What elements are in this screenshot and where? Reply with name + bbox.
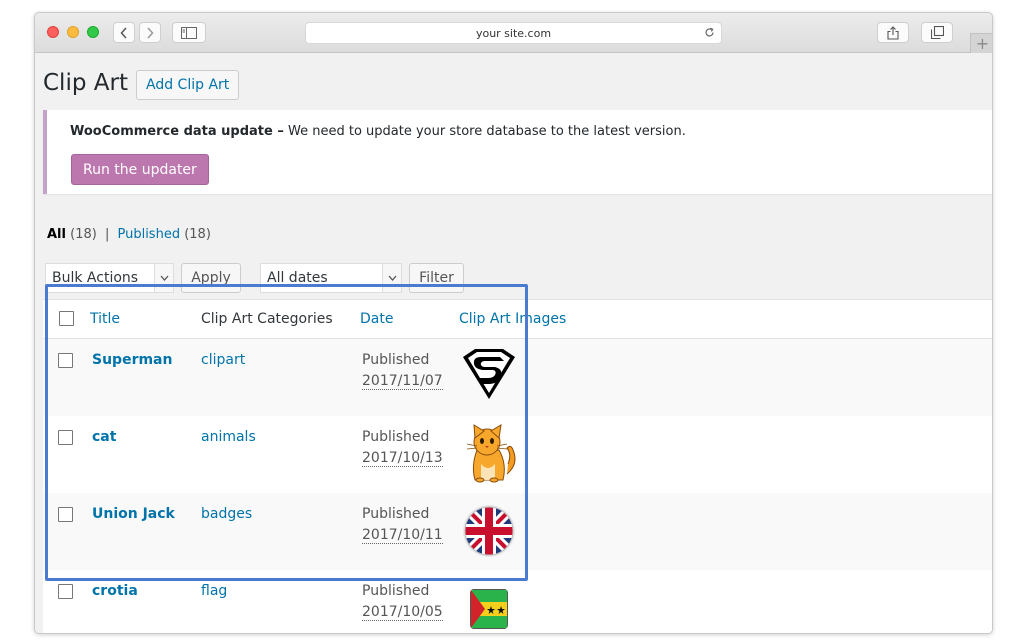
filter-button[interactable]: Filter	[409, 263, 464, 293]
row-date: 2017/11/07	[362, 373, 443, 390]
tabs-icon	[930, 26, 944, 39]
plus-icon: +	[975, 34, 990, 53]
chevron-right-icon	[147, 26, 154, 39]
page-title: Clip Art	[43, 70, 128, 96]
row-title-link[interactable]: Superman	[92, 352, 172, 368]
chevron-down-icon	[382, 264, 401, 292]
filter-published-count: (18)	[184, 227, 211, 242]
row-checkbox[interactable]	[58, 507, 73, 522]
row-category-link[interactable]: badges	[201, 506, 252, 522]
column-categories: Clip Art Categories	[201, 311, 333, 327]
browser-toolbar: your site.com +	[35, 13, 992, 53]
union-jack-badge-icon	[463, 505, 515, 557]
address-bar[interactable]: your site.com	[305, 22, 722, 44]
row-date: 2017/10/05	[362, 604, 443, 621]
column-title[interactable]: Title	[90, 311, 120, 327]
row-date: 2017/10/13	[362, 450, 443, 467]
close-window-button[interactable]	[47, 26, 59, 38]
show-tabs-button[interactable]	[921, 22, 953, 43]
row-checkbox[interactable]	[58, 353, 73, 368]
browser-window: your site.com + Clip Art Add Clip Art Wo…	[34, 12, 993, 634]
update-notice: WooCommerce data update – We need to upd…	[43, 110, 992, 194]
minimize-window-button[interactable]	[67, 26, 79, 38]
row-status: Published	[362, 506, 430, 522]
share-button[interactable]	[877, 22, 909, 43]
filter-separator: |	[104, 227, 110, 242]
back-button[interactable]	[113, 22, 135, 43]
cat-icon	[466, 424, 516, 483]
filter-all-link[interactable]: All	[47, 227, 66, 242]
superman-logo-icon	[463, 349, 515, 399]
row-date: 2017/10/11	[362, 527, 443, 544]
row-checkbox[interactable]	[58, 430, 73, 445]
share-icon	[887, 25, 899, 40]
add-clip-art-button[interactable]: Add Clip Art	[136, 70, 240, 100]
column-date[interactable]: Date	[360, 311, 393, 327]
table-row: Union Jack badges Published 2017/10/11	[43, 493, 992, 570]
notice-message: WooCommerce data update – We need to upd…	[70, 124, 686, 139]
clip-art-table: Title Clip Art Categories Date Clip Art …	[43, 299, 992, 633]
row-title-link[interactable]: Union Jack	[92, 506, 175, 522]
column-images[interactable]: Clip Art Images	[459, 311, 566, 327]
url-text: your site.com	[475, 26, 552, 40]
row-category-link[interactable]: flag	[201, 583, 227, 599]
table-row: crotia flag Published 2017/10/05	[43, 570, 992, 633]
forward-button[interactable]	[139, 22, 161, 43]
date-filter-value: All dates	[267, 270, 328, 286]
table-row: cat animals Published 2017/10/13	[43, 416, 992, 493]
chevron-left-icon	[120, 26, 127, 39]
bulk-actions-value: Bulk Actions	[52, 270, 139, 286]
table-row: Superman clipart Published 2017/11/07	[43, 339, 992, 416]
filter-all-count: (18)	[70, 227, 97, 242]
row-title-link[interactable]: cat	[92, 429, 116, 445]
row-title-link[interactable]: crotia	[92, 583, 138, 599]
chevron-down-icon	[154, 264, 173, 292]
status-filter-links: All (18) | Published (18)	[47, 227, 211, 242]
row-status: Published	[362, 429, 430, 445]
row-status: Published	[362, 583, 430, 599]
row-status: Published	[362, 352, 430, 368]
run-updater-button[interactable]: Run the updater	[71, 154, 209, 185]
new-tab-button[interactable]: +	[970, 33, 992, 53]
bulk-actions-select[interactable]: Bulk Actions	[45, 263, 174, 293]
page-content: Clip Art Add Clip Art WooCommerce data u…	[35, 54, 992, 633]
sidebar-toggle-button[interactable]	[172, 22, 206, 43]
row-checkbox[interactable]	[58, 584, 73, 599]
filter-published-link[interactable]: Published	[117, 227, 180, 242]
row-category-link[interactable]: animals	[201, 429, 256, 445]
date-filter-select[interactable]: All dates	[260, 263, 402, 293]
notice-heading: WooCommerce data update –	[70, 124, 284, 139]
notice-body: We need to update your store database to…	[283, 124, 686, 139]
row-category-link[interactable]: clipart	[201, 352, 245, 368]
reload-icon[interactable]	[704, 27, 715, 41]
sidebar-icon	[181, 26, 197, 39]
flag-icon	[470, 589, 508, 629]
table-header: Title Clip Art Categories Date Clip Art …	[43, 300, 992, 339]
apply-button[interactable]: Apply	[181, 263, 241, 293]
zoom-window-button[interactable]	[87, 26, 99, 38]
select-all-checkbox[interactable]	[59, 311, 74, 326]
